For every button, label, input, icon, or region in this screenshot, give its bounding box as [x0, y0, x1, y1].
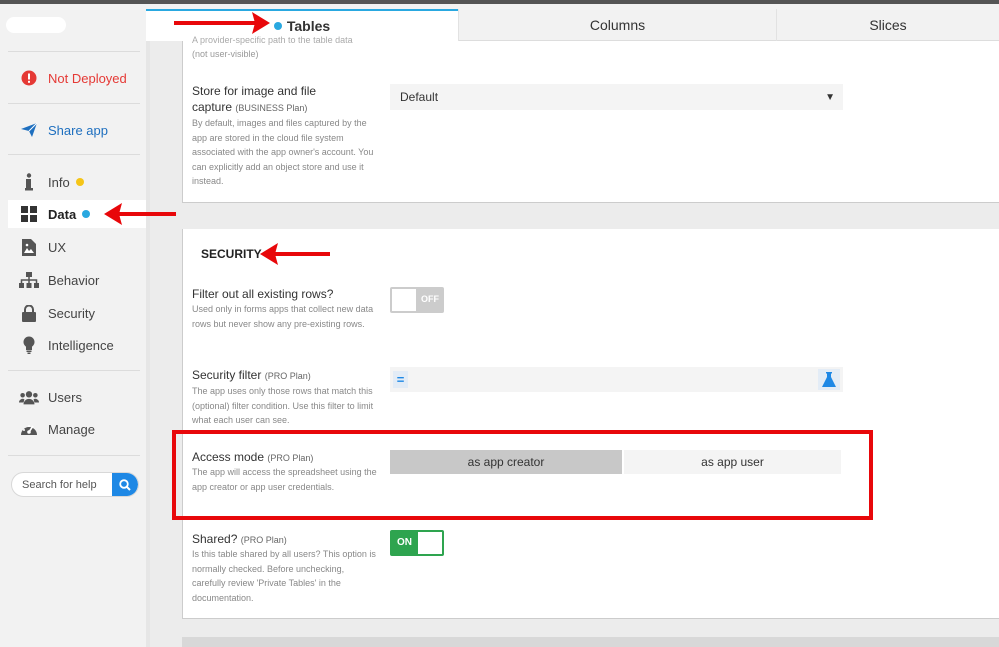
- annotation-arrows: [104, 12, 330, 265]
- arrow-left-icon: [104, 203, 176, 225]
- arrow-left-icon: [260, 243, 330, 265]
- arrow-right-icon: [174, 12, 270, 34]
